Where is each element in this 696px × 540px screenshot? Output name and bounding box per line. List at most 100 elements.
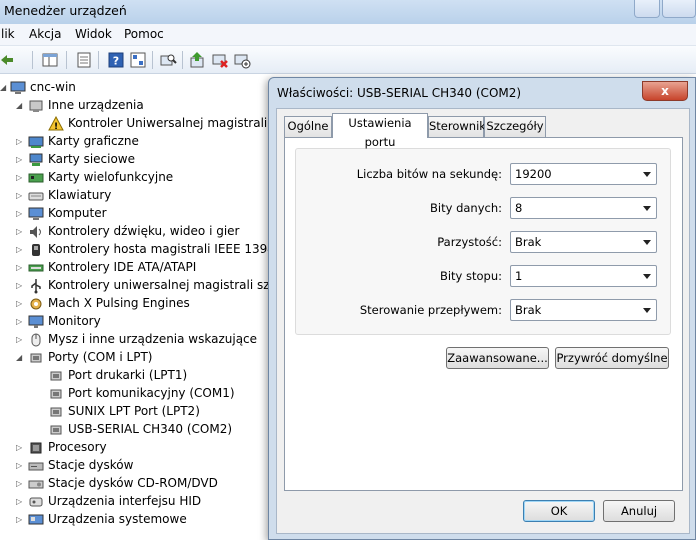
chevron-down-icon[interactable] [643, 206, 651, 211]
scan-hardware-icon[interactable] [158, 50, 178, 70]
computer-icon [28, 206, 44, 222]
data-bits-select[interactable]: 8 [510, 197, 657, 219]
update-driver-icon[interactable] [188, 50, 208, 70]
close-icon: x [661, 84, 669, 98]
unknown-device-icon [28, 98, 44, 114]
baud-rate-row: Liczba bitów na sekundę: 19200 [296, 163, 672, 185]
data-bits-row: Bity danych: 8 [296, 197, 672, 219]
gear-device-icon [28, 296, 44, 312]
tab-port-settings[interactable]: Ustawienia portu [332, 113, 428, 149]
flow-control-value: Brak [515, 303, 542, 317]
tree-node-label: Kontrolery dźwięku, wideo i gier [48, 224, 240, 238]
network-adapter-icon [28, 152, 44, 168]
detail-view-icon[interactable] [74, 50, 94, 70]
mouse-icon [28, 332, 44, 348]
baud-rate-label: Liczba bitów na sekundę: [356, 167, 502, 181]
port-icon [48, 386, 64, 402]
port-icon [48, 368, 64, 384]
expand-arrow-icon[interactable]: ▷ [16, 191, 24, 201]
chevron-down-icon[interactable] [643, 274, 651, 279]
tree-node-label: USB-SERIAL CH340 (COM2) [68, 422, 233, 436]
expand-arrow-icon[interactable]: ▷ [16, 515, 24, 525]
stop-bits-select[interactable]: 1 [510, 265, 657, 287]
expand-arrow-icon[interactable]: ▷ [16, 155, 24, 165]
menu-action[interactable]: Akcja [29, 27, 61, 41]
chevron-down-icon[interactable] [643, 240, 651, 245]
collapse-arrow-icon[interactable]: ◢ [16, 353, 24, 363]
expand-arrow-icon[interactable]: ▷ [16, 497, 24, 507]
dialog-close-button[interactable]: x [642, 81, 688, 101]
tree-node-label: Stacje dysków [48, 458, 134, 472]
expand-arrow-icon[interactable]: ▷ [16, 263, 24, 273]
tree-node-label: SUNIX LPT Port (LPT2) [68, 404, 200, 418]
parity-value: Brak [515, 235, 542, 249]
tab-details[interactable]: Szczegóły [484, 116, 546, 137]
svg-text:!: ! [54, 122, 58, 132]
menu-help[interactable]: Pomoc [124, 27, 164, 41]
svg-text:?: ? [113, 55, 119, 68]
parity-row: Parzystość: Brak [296, 231, 672, 253]
disable-device-icon[interactable] [232, 50, 252, 70]
expand-arrow-icon[interactable]: ▷ [16, 227, 24, 237]
ok-button[interactable]: OK [523, 500, 595, 522]
back-arrow-icon[interactable] [0, 50, 16, 70]
expand-arrow-icon[interactable]: ▷ [16, 461, 24, 471]
cpu-icon [28, 440, 44, 456]
advanced-button[interactable]: Zaawansowane... [446, 347, 549, 369]
baud-rate-value: 19200 [515, 167, 552, 181]
window-title: Menedżer urządzeń [4, 3, 127, 18]
uninstall-device-icon[interactable] [210, 50, 230, 70]
parity-select[interactable]: Brak [510, 231, 657, 253]
expand-arrow-icon[interactable]: ▷ [16, 317, 24, 327]
help-icon[interactable]: ? [106, 50, 126, 70]
menu-bar: lik Akcja Widok Pomoc [0, 24, 696, 46]
cancel-button[interactable]: Anuluj [603, 500, 675, 522]
expand-arrow-icon[interactable]: ▷ [16, 479, 24, 489]
usb-icon [28, 278, 44, 294]
expand-arrow-icon[interactable]: ▷ [16, 443, 24, 453]
tab-general[interactable]: Ogólne [284, 116, 332, 137]
tab-panel-port-settings: Liczba bitów na sekundę: 19200 Bity danych… [284, 137, 683, 491]
system-device-icon [28, 512, 44, 528]
toolbar-separator [32, 51, 33, 69]
tree-node-label: Port drukarki (LPT1) [68, 368, 188, 382]
toolbar-separator [66, 51, 67, 69]
tree-node-label: Kontrolery hosta magistrali IEEE 1394 [48, 242, 275, 256]
collapse-arrow-icon[interactable]: ◢ [0, 83, 8, 93]
tree-node-label: Port komunikacyjny (COM1) [68, 386, 235, 400]
data-bits-label: Bity danych: [430, 201, 502, 215]
tree-node-label: Stacje dysków CD-ROM/DVD [48, 476, 218, 490]
chevron-down-icon[interactable] [643, 172, 651, 177]
port-icon [28, 350, 44, 366]
restore-defaults-button[interactable]: Przywróć domyślne [555, 347, 669, 369]
expand-arrow-icon[interactable]: ▷ [16, 299, 24, 309]
collapse-arrow-icon[interactable]: ◢ [16, 101, 24, 111]
keyboard-icon [28, 188, 44, 204]
flow-control-select[interactable]: Brak [510, 299, 657, 321]
sound-icon [28, 224, 44, 240]
expand-arrow-icon[interactable]: ▷ [16, 245, 24, 255]
properties-pane-icon[interactable] [40, 50, 60, 70]
expand-arrow-icon[interactable]: ▷ [16, 335, 24, 345]
chevron-down-icon[interactable] [643, 308, 651, 313]
expand-arrow-icon[interactable]: ▷ [16, 209, 24, 219]
properties-dialog: Właściwości: USB-SERIAL CH340 (COM2) x O… [268, 77, 696, 540]
warning-device-icon: ! [48, 115, 64, 132]
tree-node-label: Kontrolery IDE ATA/ATAPI [48, 260, 197, 274]
resource-view-icon[interactable] [128, 50, 148, 70]
stop-bits-value: 1 [515, 269, 523, 283]
expand-arrow-icon[interactable]: ▷ [16, 137, 24, 147]
minimize-button[interactable] [634, 0, 660, 18]
flow-control-label: Sterowanie przepływem: [359, 303, 502, 317]
data-bits-value: 8 [515, 201, 523, 215]
tree-node-label: Urządzenia systemowe [48, 512, 187, 526]
menu-file[interactable]: lik [1, 27, 15, 41]
maximize-button[interactable] [662, 0, 696, 18]
tab-driver[interactable]: Sterownik [428, 116, 486, 137]
expand-arrow-icon[interactable]: ▷ [16, 281, 24, 291]
baud-rate-select[interactable]: 19200 [510, 163, 657, 185]
menu-view[interactable]: Widok [75, 27, 112, 41]
tree-root-label: cnc-win [30, 80, 76, 94]
expand-arrow-icon[interactable]: ▷ [16, 173, 24, 183]
stop-bits-row: Bity stopu: 1 [296, 265, 672, 287]
